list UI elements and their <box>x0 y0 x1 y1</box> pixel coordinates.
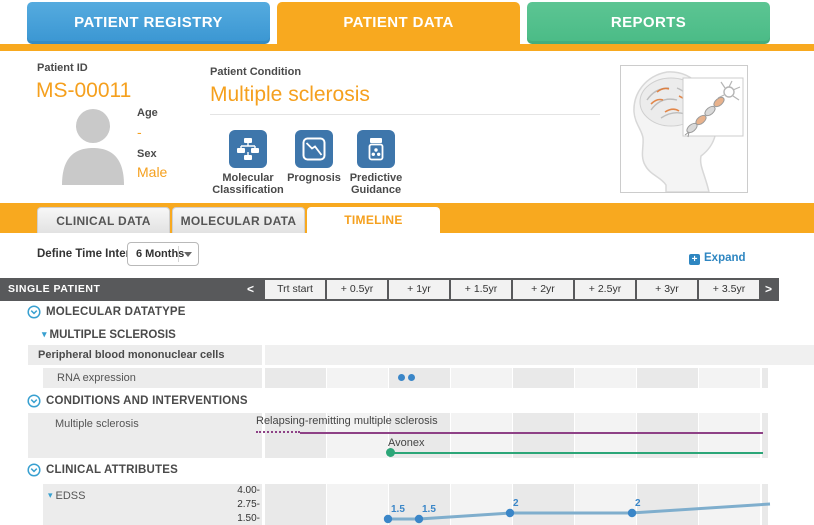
edss-chart[interactable]: 1.5 1.5 2 2 <box>265 484 814 525</box>
molecular-classification-button[interactable] <box>229 130 267 168</box>
timeline-header: SINGLE PATIENT < Trt start + 0.5yr + 1yr… <box>0 278 779 301</box>
molecular-classification-icon <box>235 136 261 162</box>
tab-patient-registry[interactable]: PATIENT REGISTRY <box>27 2 270 44</box>
sex-label: Sex <box>137 148 157 160</box>
collapse-section-icon[interactable] <box>27 463 41 477</box>
section-conditions: CONDITIONS AND INTERVENTIONS <box>27 394 248 408</box>
timeline-col-header[interactable]: + 3.5yr <box>699 280 759 299</box>
timeline-col-header[interactable]: + 1yr <box>389 280 449 299</box>
rna-data-point[interactable] <box>398 374 405 381</box>
section-molecular-datatype: MOLECULAR DATATYPE <box>27 305 186 319</box>
edss-label-wrap: ▾EDSS <box>48 490 86 502</box>
edss-axis-tick: 2.75- <box>205 499 260 510</box>
episode-label: Relapsing-remitting multiple sclerosis <box>256 415 438 427</box>
svg-text:2: 2 <box>635 498 641 509</box>
tab-clinical-data[interactable]: CLINICAL DATA <box>37 207 170 233</box>
section-clinical-attributes: CLINICAL ATTRIBUTES <box>27 463 178 477</box>
subsection-multiple-sclerosis: ▾MULTIPLE SCLEROSIS <box>42 329 176 341</box>
rna-timeline-cells <box>265 368 768 388</box>
patient-condition-value: Multiple sclerosis <box>210 83 370 107</box>
row-label-rna: RNA expression <box>43 368 262 388</box>
expand-button[interactable]: + Expand <box>689 248 746 266</box>
tab-reports[interactable]: REPORTS <box>527 2 770 44</box>
predictive-guidance-icon <box>363 136 389 162</box>
tab-molecular-data[interactable]: MOLECULAR DATA <box>172 207 305 233</box>
scroll-right-button[interactable]: > <box>765 278 772 301</box>
predictive-guidance-button[interactable] <box>357 130 395 168</box>
expand-label: Expand <box>704 252 746 264</box>
prognosis-icon <box>301 136 327 162</box>
single-patient-label: SINGLE PATIENT <box>8 278 100 301</box>
treatment-label: Avonex <box>388 437 425 449</box>
avatar <box>55 99 131 190</box>
sex-value: Male <box>137 164 167 180</box>
subsection-title: MULTIPLE SCLEROSIS <box>50 329 176 341</box>
row-label-pbmc: Peripheral blood mononuclear cells <box>28 345 262 365</box>
rna-dots <box>265 368 768 388</box>
edss-label: EDSS <box>56 490 86 502</box>
time-interval-select[interactable]: 6 Months <box>127 242 199 266</box>
timeline-col-header[interactable]: + 0.5yr <box>327 280 387 299</box>
section-title: CLINICAL ATTRIBUTES <box>46 464 178 476</box>
timeline-col-header[interactable]: Trt start <box>265 280 325 299</box>
patient-condition-label: Patient Condition <box>210 66 301 78</box>
app-window: PATIENT REGISTRY PATIENT DATA REPORTS Pa… <box>0 0 814 525</box>
episode-line <box>300 432 763 434</box>
patient-id-label: Patient ID <box>37 62 88 74</box>
section-title: CONDITIONS AND INTERVENTIONS <box>46 395 248 407</box>
section-title: MOLECULAR DATATYPE <box>46 306 186 318</box>
treatment-line <box>391 452 763 454</box>
plus-icon: + <box>689 254 700 265</box>
accent-bar <box>0 44 814 51</box>
episode-line-dotted <box>256 431 300 433</box>
condition-row-label: Multiple sclerosis <box>55 418 139 430</box>
rna-data-point[interactable] <box>408 374 415 381</box>
brain-illustration <box>620 65 748 193</box>
prognosis-button[interactable] <box>295 130 333 168</box>
svg-text:1.5: 1.5 <box>391 504 405 515</box>
timeline-col-header[interactable]: + 1.5yr <box>451 280 511 299</box>
collapse-section-icon[interactable] <box>27 394 41 408</box>
svg-text:1.5: 1.5 <box>422 504 436 515</box>
predictive-guidance-label: Predictive Guidance <box>331 172 421 196</box>
divider <box>210 114 600 115</box>
edss-axis-tick: 1.50- <box>205 513 260 524</box>
age-value: - <box>137 124 142 140</box>
subtab-strip: CLINICAL DATA MOLECULAR DATA TIMELINE <box>0 203 814 233</box>
chevron-down-icon <box>184 252 192 257</box>
timeline-col-header[interactable]: + 2yr <box>513 280 573 299</box>
caret-down-icon[interactable]: ▾ <box>42 329 47 339</box>
timeline-col-header[interactable]: + 2.5yr <box>575 280 635 299</box>
edss-axis-tick: 4.00- <box>205 485 260 496</box>
pbmc-timeline-band <box>265 345 814 365</box>
divider <box>178 246 179 262</box>
age-label: Age <box>137 107 158 119</box>
timeline-col-header[interactable]: + 3yr <box>637 280 697 299</box>
scroll-left-button[interactable]: < <box>247 278 254 301</box>
row-label-condition: Multiple sclerosis <box>28 413 262 458</box>
svg-text:2: 2 <box>513 498 519 509</box>
collapse-section-icon[interactable] <box>27 305 41 319</box>
pbmc-label: Peripheral blood mononuclear cells <box>38 345 224 365</box>
caret-down-icon[interactable]: ▾ <box>48 490 53 500</box>
rna-label: RNA expression <box>57 368 136 388</box>
treatment-start-point[interactable] <box>386 448 395 457</box>
tab-timeline[interactable]: TIMELINE <box>307 207 440 233</box>
